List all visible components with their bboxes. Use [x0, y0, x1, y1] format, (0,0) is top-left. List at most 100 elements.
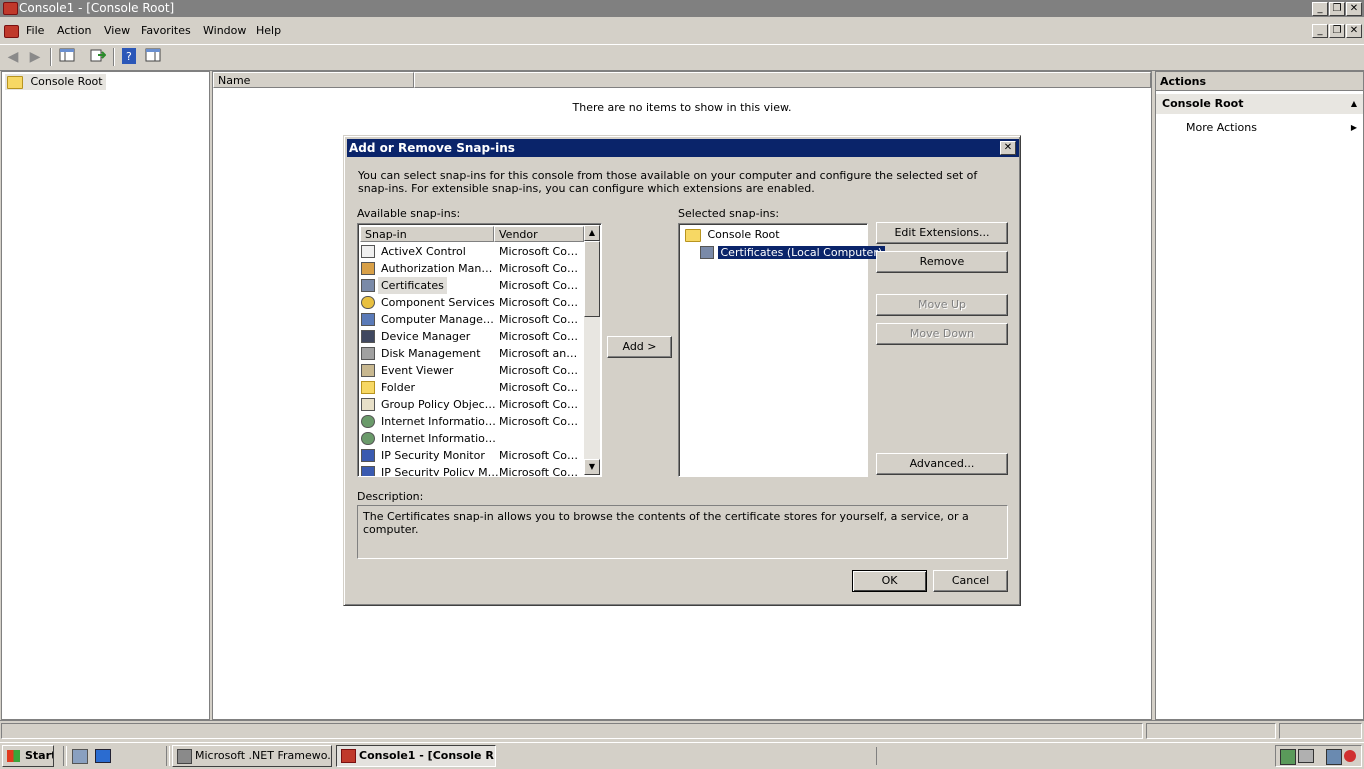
menu-window[interactable]: Window	[203, 24, 246, 37]
show-hide-tree-icon[interactable]	[57, 48, 77, 66]
advanced-button[interactable]: Advanced...	[876, 453, 1008, 475]
child-restore-button[interactable]: ❐	[1329, 24, 1345, 38]
certificate-icon	[700, 246, 714, 259]
ip-security-policy-icon	[361, 466, 375, 476]
server-manager-icon[interactable]	[72, 749, 88, 764]
actions-section-console-root[interactable]: Console Root ▲	[1156, 94, 1363, 114]
volume-muted-icon[interactable]	[1344, 750, 1356, 762]
move-up-button[interactable]: Move Up	[876, 294, 1008, 316]
dialog-title: Add or Remove Snap-ins	[349, 141, 515, 155]
snapin-vendor: Microsoft Cor...	[499, 313, 579, 326]
tree-item-label: Console Root	[707, 228, 780, 241]
toolbar: ◀ ▶ ?	[0, 44, 1364, 71]
more-actions-item[interactable]: More Actions ▶	[1156, 118, 1363, 138]
authorization-icon	[361, 262, 375, 275]
device-manager-icon	[361, 330, 375, 343]
menu-file[interactable]: File	[26, 24, 44, 37]
network-icon[interactable]	[1326, 749, 1342, 765]
snapin-name: Disk Management	[381, 347, 481, 360]
security-shield-icon[interactable]	[1280, 749, 1296, 765]
child-close-button[interactable]: ✕	[1346, 24, 1362, 38]
disk-icon	[361, 347, 375, 360]
snapin-name: Component Services	[381, 296, 495, 309]
tree-item-console-root[interactable]: Console Root	[685, 226, 780, 243]
forward-arrow-icon[interactable]: ▶	[25, 48, 45, 66]
back-arrow-icon[interactable]: ◀	[3, 48, 23, 66]
column-header-vendor[interactable]: Vendor	[494, 226, 584, 242]
tree-item-label: Console Root	[30, 75, 103, 88]
available-snapins-list[interactable]: Snap-in Vendor ActiveX Control Microsoft…	[357, 223, 602, 477]
submenu-arrow-icon: ▶	[1350, 123, 1357, 132]
snapin-vendor: Microsoft Cor...	[499, 415, 579, 428]
menu-help[interactable]: Help	[256, 24, 281, 37]
snapin-rows: ActiveX Control Microsoft Cor... Authori…	[358, 243, 585, 477]
snapin-vendor: Microsoft Cor...	[499, 381, 579, 394]
taskbar: Start Microsoft .NET Framewo... Console1…	[0, 742, 1364, 769]
add-button[interactable]: Add >	[607, 336, 672, 358]
close-button[interactable]: ✕	[1346, 2, 1362, 16]
menu-favorites[interactable]: Favorites	[141, 24, 191, 37]
vm-tools-icon[interactable]	[1298, 749, 1314, 763]
iis-icon	[361, 432, 375, 445]
tree-item-label: Certificates (Local Computer)	[717, 246, 886, 259]
snapin-vendor: Microsoft Cor...	[499, 364, 579, 377]
scroll-down-icon[interactable]: ▼	[584, 459, 600, 475]
scroll-up-icon[interactable]: ▲	[584, 225, 600, 241]
tree-item-console-root[interactable]: Console Root	[5, 74, 106, 90]
taskbar-separator	[63, 746, 67, 766]
folder-icon	[7, 75, 23, 89]
show-desktop-icon[interactable]	[95, 749, 111, 763]
edit-extensions-button[interactable]: Edit Extensions...	[876, 222, 1008, 244]
ok-button[interactable]: OK	[852, 570, 927, 592]
export-list-icon[interactable]	[88, 48, 108, 66]
iis-icon	[361, 415, 375, 428]
computer-management-icon	[361, 313, 375, 326]
taskbar-item-console1[interactable]: Console1 - [Console R...	[336, 745, 496, 767]
start-button[interactable]: Start	[2, 745, 54, 767]
move-down-button[interactable]: Move Down	[876, 323, 1008, 345]
column-header-snapin[interactable]: Snap-in	[360, 226, 494, 242]
console-tree-pane: Console Root	[1, 71, 210, 720]
vertical-scrollbar[interactable]: ▲ ▼	[584, 225, 600, 475]
menu-bar: File Action View Favorites Window Help _…	[0, 20, 1364, 42]
task-label: Console1 - [Console R...	[359, 749, 496, 762]
snapin-vendor: Microsoft Cor...	[499, 449, 579, 462]
snapin-vendor: Microsoft Cor...	[499, 466, 579, 477]
snapin-name: Internet Information...	[381, 432, 499, 445]
description-label: Description:	[357, 490, 424, 503]
menu-view[interactable]: View	[104, 24, 130, 37]
window-title-bar: Console1 - [Console Root] _ ❐ ✕	[0, 0, 1364, 17]
collapse-arrow-icon[interactable]: ▲	[1351, 94, 1357, 114]
taskbar-item-dotnet[interactable]: Microsoft .NET Framewo...	[172, 745, 332, 767]
dialog-close-button[interactable]: ✕	[1000, 141, 1016, 155]
snapin-name: Internet Information...	[381, 415, 499, 428]
snapin-name: Authorization Manager	[381, 262, 499, 275]
snapin-vendor: Microsoft Cor...	[499, 279, 579, 292]
actions-section-label: Console Root	[1162, 97, 1244, 110]
child-minimize-button[interactable]: _	[1312, 24, 1328, 38]
ip-security-icon	[361, 449, 375, 462]
cancel-button[interactable]: Cancel	[933, 570, 1008, 592]
help-icon[interactable]: ?	[119, 48, 139, 66]
column-header-name[interactable]: Name	[213, 72, 414, 88]
remove-button[interactable]: Remove	[876, 251, 1008, 273]
start-label: Start	[25, 749, 54, 762]
snapin-vendor: Microsoft Cor...	[499, 245, 579, 258]
mmc-app-icon	[3, 2, 18, 15]
scroll-thumb[interactable]	[584, 241, 600, 317]
minimize-button[interactable]: _	[1312, 2, 1328, 16]
show-hide-action-pane-icon[interactable]	[143, 48, 163, 66]
status-bar	[0, 720, 1364, 741]
snapin-name: ActiveX Control	[381, 245, 466, 258]
status-cell-3	[1279, 723, 1362, 739]
snapin-name: Computer Managem...	[381, 313, 499, 326]
svg-text:?: ?	[126, 50, 132, 63]
snapin-vendor: Microsoft Cor...	[499, 330, 579, 343]
selected-snapins-tree[interactable]: Console Root Certificates (Local Compute…	[678, 223, 886, 477]
actions-header: Actions	[1156, 72, 1363, 91]
snapin-name: Folder	[381, 381, 415, 394]
tree-item-certificates-local-computer[interactable]: Certificates (Local Computer)	[700, 243, 886, 261]
menu-action[interactable]: Action	[57, 24, 91, 37]
console-menu-icon[interactable]	[4, 25, 19, 38]
restore-button[interactable]: ❐	[1329, 2, 1345, 16]
